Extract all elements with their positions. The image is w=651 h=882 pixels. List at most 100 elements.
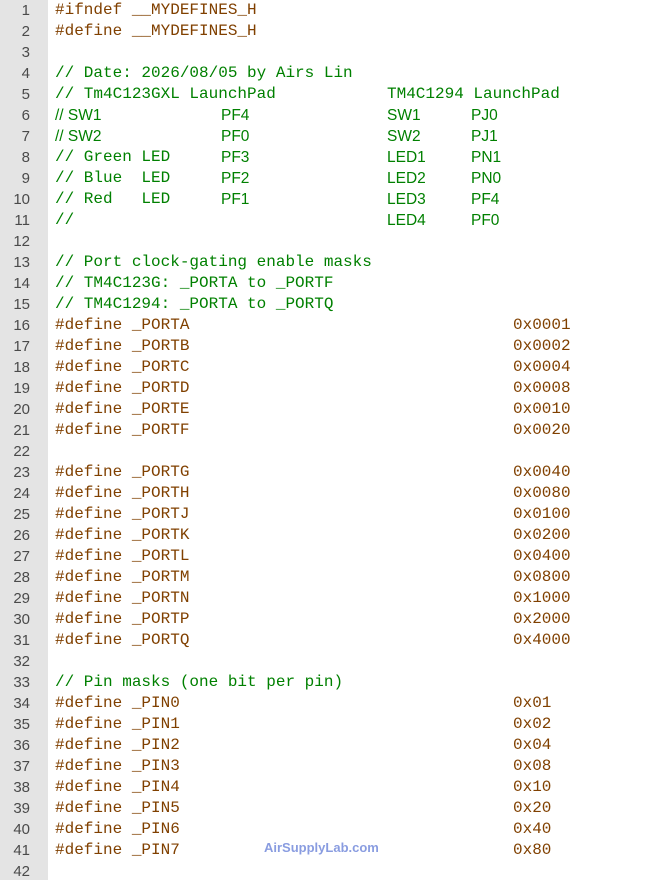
code-line[interactable]: 36 #define _PIN2 0x04	[0, 735, 651, 756]
line-number: 9	[21, 170, 30, 187]
preprocessor-text: 0x02	[513, 715, 552, 733]
code-line[interactable]: 5 // Tm4C123GXL LaunchPad TM4C1294 LaunchP…	[0, 84, 651, 105]
line-number: 24	[13, 485, 30, 502]
preprocessor-text: 0x0008	[513, 379, 571, 397]
code-line[interactable]: 42	[0, 861, 651, 882]
code-line[interactable]: 31 #define _PORTQ 0x4000	[0, 630, 651, 651]
code-line[interactable]: 21 #define _PORTF 0x0020	[0, 420, 651, 441]
preprocessor-text: #define _PORTB	[55, 337, 190, 355]
code-line[interactable]: 25 #define _PORTJ 0x0100	[0, 504, 651, 525]
line-number: 28	[13, 569, 30, 586]
line-number: 5	[21, 86, 30, 103]
code-line[interactable]: 39 #define _PIN5 0x20	[0, 798, 651, 819]
code-line[interactable]: 27 #define _PORTL 0x0400	[0, 546, 651, 567]
comment-text: PF4	[221, 107, 250, 124]
code-line[interactable]: 8 // Green LED PF3 LED1 PN1	[0, 147, 651, 168]
preprocessor-text: #define _PIN1	[55, 715, 180, 733]
comment-text: // SW1	[55, 107, 102, 124]
comment-text: PF3	[221, 149, 250, 166]
comment-text: // Tm4C123GXL LaunchPad	[55, 85, 276, 103]
line-number: 38	[13, 779, 30, 796]
preprocessor-text: #define _PORTG	[55, 463, 190, 481]
code-line[interactable]: 3	[0, 42, 651, 63]
comment-text: TM4C1294 LaunchPad	[387, 85, 560, 103]
comment-text: LED3	[387, 191, 426, 208]
line-number: 15	[13, 296, 30, 313]
code-line[interactable]: 20 #define _PORTE 0x0010	[0, 399, 651, 420]
code-line[interactable]: 24 #define _PORTH 0x0080	[0, 483, 651, 504]
code-line[interactable]: 18 #define _PORTC 0x0004	[0, 357, 651, 378]
line-number: 14	[13, 275, 30, 292]
line-number: 35	[13, 716, 30, 733]
code-line[interactable]: 13 // Port clock-gating enable masks	[0, 252, 651, 273]
line-number: 34	[13, 695, 30, 712]
comment-text: PJ1	[471, 128, 498, 145]
line-number: 16	[13, 317, 30, 334]
line-number: 39	[13, 800, 30, 817]
line-number: 22	[13, 443, 30, 460]
line-number: 6	[21, 107, 30, 124]
preprocessor-text: #define _PORTL	[55, 547, 190, 565]
comment-text: // TM4C1294: _PORTA to _PORTQ	[55, 295, 334, 313]
code-line[interactable]: 4 // Date: 2026/08/05 by Airs Lin	[0, 63, 651, 84]
line-number: 33	[13, 674, 30, 691]
line-number: 25	[13, 506, 30, 523]
code-line[interactable]: 9 // Blue LED PF2 LED2 PN0	[0, 168, 651, 189]
code-line[interactable]: 40 #define _PIN6 0x40	[0, 819, 651, 840]
code-line[interactable]: 23 #define _PORTG 0x0040	[0, 462, 651, 483]
preprocessor-text: #define _PORTH	[55, 484, 190, 502]
code-line[interactable]: 33 // Pin masks (one bit per pin)	[0, 672, 651, 693]
code-line[interactable]: 7 // SW2 PF0 SW2 PJ1	[0, 126, 651, 147]
code-line[interactable]: 15 // TM4C1294: _PORTA to _PORTQ	[0, 294, 651, 315]
code-line[interactable]: 17 #define _PORTB 0x0002	[0, 336, 651, 357]
preprocessor-text: #define _PORTN	[55, 589, 190, 607]
watermark: AirSupplyLab.com	[264, 840, 379, 855]
line-number: 27	[13, 548, 30, 565]
preprocessor-text: 0x2000	[513, 610, 571, 628]
code-line[interactable]: 16 #define _PORTA 0x0001	[0, 315, 651, 336]
line-number: 40	[13, 821, 30, 838]
preprocessor-text: #define __MYDEFINES_H	[55, 22, 257, 40]
line-number: 41	[13, 842, 30, 859]
line-number: 17	[13, 338, 30, 355]
comment-text: // SW2	[55, 128, 102, 145]
comment-text: PN0	[471, 170, 502, 187]
code-editor[interactable]: 1 #ifndef __MYDEFINES_H 2 #define __MYDEFIN…	[0, 0, 651, 880]
code-line[interactable]: 11 // LED4 PF0	[0, 210, 651, 231]
code-line[interactable]: 29 #define _PORTN 0x1000	[0, 588, 651, 609]
code-line[interactable]: 14 // TM4C123G: _PORTA to _PORTF	[0, 273, 651, 294]
code-line[interactable]: 19 #define _PORTD 0x0008	[0, 378, 651, 399]
code-line[interactable]: 22	[0, 441, 651, 462]
preprocessor-text: #define _PIN2	[55, 736, 180, 754]
code-line[interactable]: 26 #define _PORTK 0x0200	[0, 525, 651, 546]
comment-text: // Port clock-gating enable masks	[55, 253, 372, 271]
line-number: 4	[21, 65, 30, 82]
comment-text: // TM4C123G: _PORTA to _PORTF	[55, 274, 334, 292]
comment-text: // Blue LED	[55, 169, 171, 187]
code-line[interactable]: 1 #ifndef __MYDEFINES_H	[0, 0, 651, 21]
preprocessor-text: 0x4000	[513, 631, 571, 649]
preprocessor-text: 0x04	[513, 736, 552, 754]
code-line[interactable]: 12	[0, 231, 651, 252]
code-line[interactable]: 37 #define _PIN3 0x08	[0, 756, 651, 777]
code-line[interactable]: 38 #define _PIN4 0x10	[0, 777, 651, 798]
preprocessor-text: 0x80	[513, 841, 552, 859]
preprocessor-text: 0x0010	[513, 400, 571, 418]
code-line[interactable]: 32	[0, 651, 651, 672]
code-line[interactable]: 28 #define _PORTM 0x0800	[0, 567, 651, 588]
line-number: 18	[13, 359, 30, 376]
code-line[interactable]: 2 #define __MYDEFINES_H	[0, 21, 651, 42]
comment-text: PF0	[471, 212, 500, 229]
line-number: 7	[21, 128, 30, 145]
line-number: 1	[21, 2, 30, 19]
code-line[interactable]: 10 // Red LED PF1 LED3 PF4	[0, 189, 651, 210]
code-line[interactable]: 35 #define _PIN1 0x02	[0, 714, 651, 735]
code-line[interactable]: 6 // SW1 PF4 SW1 PJ0	[0, 105, 651, 126]
code-line[interactable]: 30 #define _PORTP 0x2000	[0, 609, 651, 630]
preprocessor-text: 0x20	[513, 799, 552, 817]
line-number: 26	[13, 527, 30, 544]
comment-text: // Red LED	[55, 190, 171, 208]
comment-text: SW2	[387, 128, 421, 145]
comment-text: //	[55, 211, 75, 229]
code-line[interactable]: 34 #define _PIN0 0x01	[0, 693, 651, 714]
